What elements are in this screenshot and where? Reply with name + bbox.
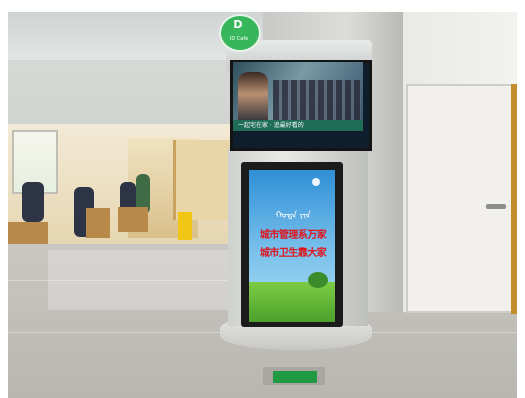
floor-sticker bbox=[273, 371, 317, 383]
scene: 一起宅在家 · 追最好看的 D ID Cafe ᠬᠣᠲᠠ ᠶᠢᠨ 城市管理系万家… bbox=[8, 12, 517, 398]
signage-line-2: 城市卫生靠大家 bbox=[259, 248, 327, 259]
tv-crowd bbox=[273, 80, 361, 120]
wet-floor-sign bbox=[178, 212, 192, 240]
door bbox=[406, 84, 517, 313]
door-handle bbox=[486, 204, 506, 209]
door-frame bbox=[511, 84, 517, 314]
signage-line-1: 城市管理系万家 bbox=[259, 230, 327, 241]
chair bbox=[118, 207, 148, 232]
moon-icon bbox=[312, 178, 320, 186]
person bbox=[22, 182, 44, 222]
logo-mark: D bbox=[233, 18, 243, 31]
signage-grass bbox=[249, 282, 335, 322]
tv-caption: 一起宅在家 · 追最好看的 bbox=[238, 122, 304, 129]
tree-icon bbox=[308, 272, 328, 288]
logo-text: ID Cafe bbox=[229, 36, 249, 42]
tv-person bbox=[238, 72, 268, 127]
signage-header: ᠬᠣᠲᠠ ᠶᠢᠨ bbox=[275, 211, 311, 221]
chair bbox=[86, 208, 110, 238]
shelf bbox=[173, 140, 236, 220]
